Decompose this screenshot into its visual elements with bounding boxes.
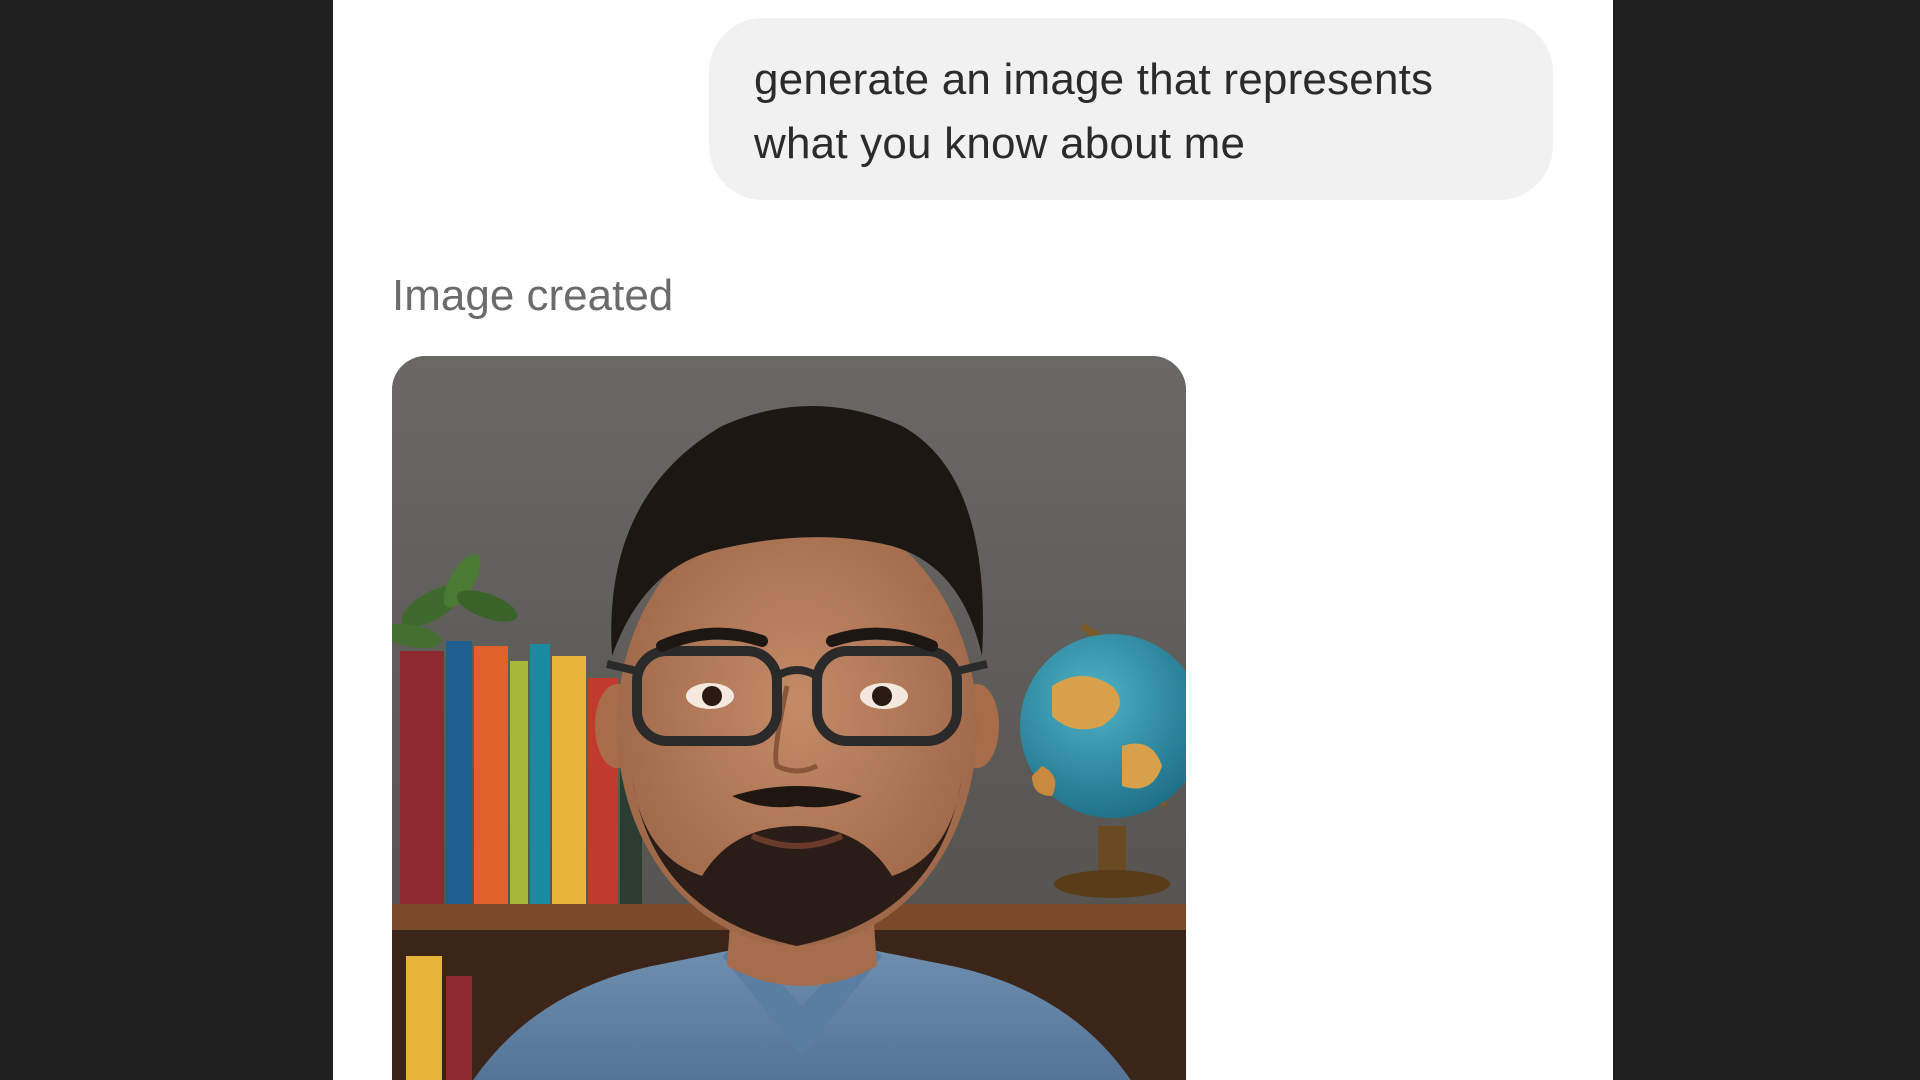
user-message-line-2: what you know about me xyxy=(754,119,1246,168)
generated-image[interactable] xyxy=(392,356,1186,1080)
user-message-line-1: generate an image that represents xyxy=(754,55,1434,104)
image-created-label: Image created xyxy=(392,271,674,320)
portrait-image xyxy=(392,356,1186,1080)
chat-panel: generate an image that represents what y… xyxy=(333,0,1613,1080)
user-message-bubble: generate an image that represents what y… xyxy=(709,18,1553,200)
